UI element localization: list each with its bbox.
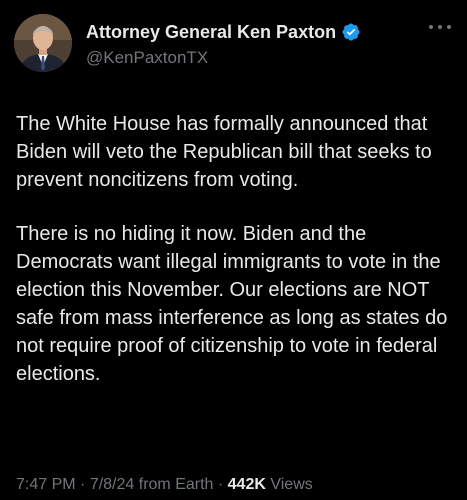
verified-badge-icon — [341, 22, 361, 42]
tweet: Attorney General Ken Paxton @KenPaxtonTX… — [0, 0, 467, 500]
name-row: Attorney General Ken Paxton — [86, 20, 361, 44]
profile-photo — [14, 14, 72, 72]
source-label: from Earth — [134, 476, 214, 493]
dot — [447, 25, 451, 29]
timestamp-time[interactable]: 7:47 PM — [16, 476, 76, 493]
views-label: Views — [265, 476, 313, 493]
display-name[interactable]: Attorney General Ken Paxton — [86, 22, 336, 43]
handle[interactable]: @KenPaxtonTX — [86, 48, 361, 68]
separator: · — [75, 476, 90, 493]
author-block: Attorney General Ken Paxton @KenPaxtonTX — [86, 20, 361, 68]
tweet-paragraph-1: The White House has formally announced t… — [16, 113, 432, 191]
more-options-icon[interactable] — [429, 20, 451, 34]
timestamp-date[interactable]: 7/8/24 — [90, 476, 134, 493]
tweet-text: The White House has formally announced t… — [16, 110, 456, 388]
dot — [438, 25, 442, 29]
tweet-paragraph-2: There is no hiding it now. Biden and the… — [16, 223, 448, 385]
views-count[interactable]: 442K — [228, 476, 266, 493]
tweet-meta: 7:47 PM · 7/8/24 from Earth · 442K Views — [16, 476, 313, 494]
separator: · — [213, 476, 228, 493]
dot — [429, 25, 433, 29]
avatar[interactable] — [14, 14, 72, 72]
